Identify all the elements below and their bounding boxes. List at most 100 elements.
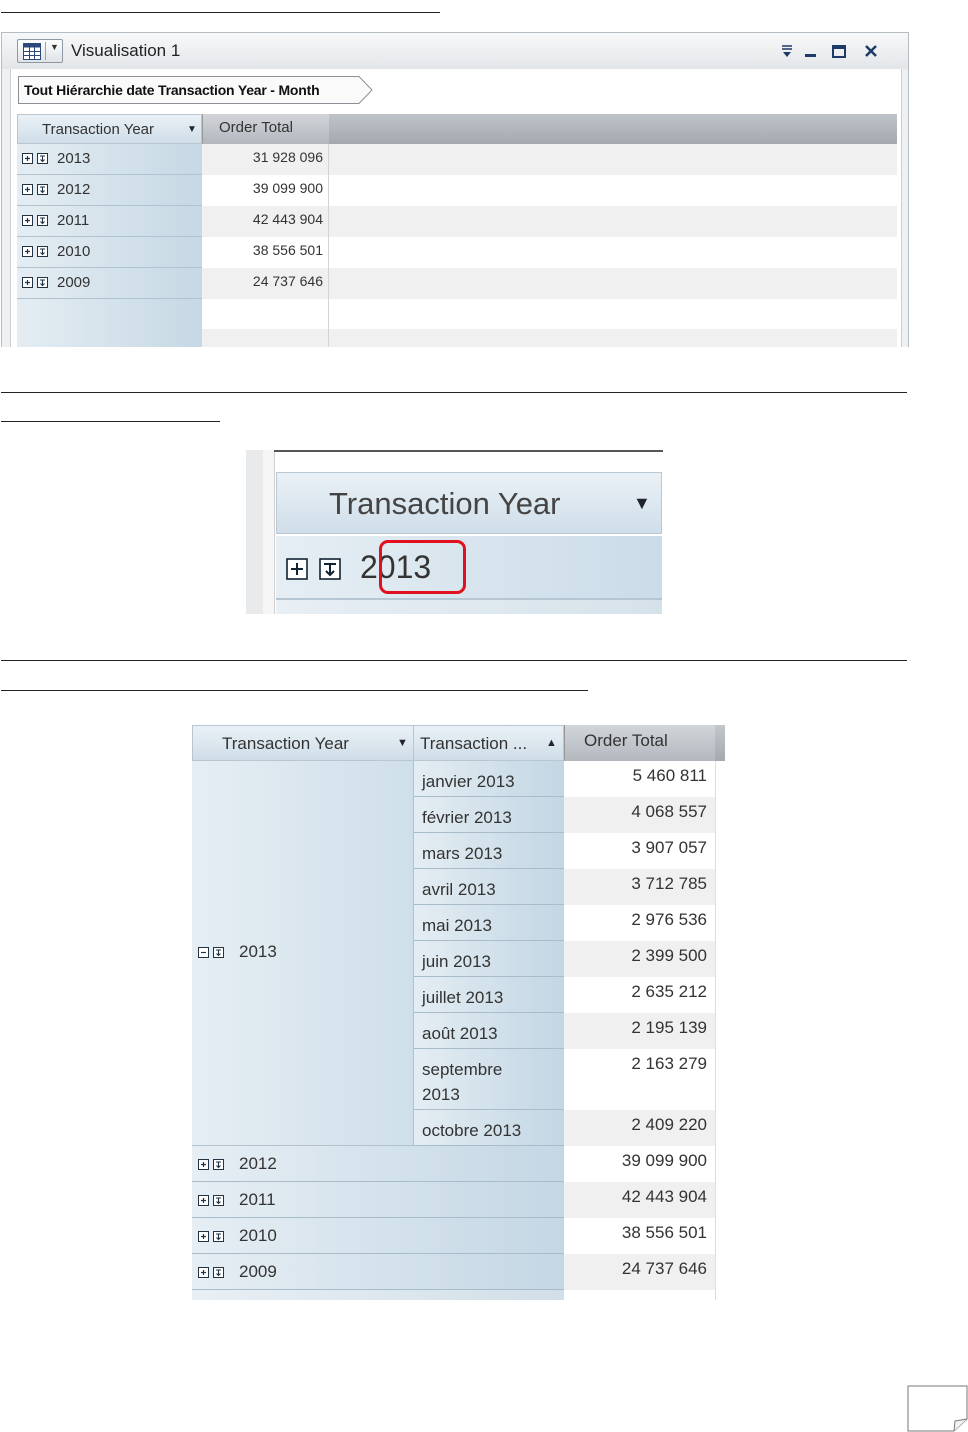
order-total-cell: 5 460 811	[632, 766, 707, 785]
month-label: septembre 2013	[422, 1060, 503, 1104]
column-header-transaction-year[interactable]: Transaction Year ▼	[17, 114, 202, 144]
month-label: octobre 2013	[422, 1121, 522, 1140]
expand-plus-icon[interactable]	[198, 1195, 228, 1206]
table-row: 2009 24 737 646	[17, 268, 897, 299]
row-header-month[interactable]: janvier 2013	[414, 761, 564, 797]
heading-underline	[1, 660, 907, 661]
order-total-cell: 2 399 500	[564, 941, 715, 977]
order-total-cell: 3 907 057	[631, 838, 707, 857]
order-total-cell: 38 556 501	[202, 237, 329, 268]
row-year-label: 2013	[239, 942, 277, 961]
expand-plus-icon[interactable]	[198, 1267, 228, 1278]
expand-plus-icon[interactable]	[22, 246, 52, 257]
empty-cell	[329, 206, 897, 237]
close-icon[interactable]	[860, 39, 882, 63]
empty-cell	[329, 175, 897, 206]
order-total-cell: 39 099 900	[621, 1151, 707, 1170]
row-header-year[interactable]: 2010	[192, 1218, 564, 1254]
maximize-icon[interactable]	[828, 39, 850, 63]
month-label: mai 2013	[422, 916, 492, 935]
sort-descending-icon[interactable]: ▼	[187, 124, 197, 135]
month-label: janvier 2013	[422, 772, 515, 791]
order-total-cell: 31 928 096	[202, 144, 329, 175]
column-header-transaction-year[interactable]: Transaction Year ▼	[192, 725, 414, 761]
row-header-empty	[17, 299, 202, 347]
order-total-cell: 24 737 646	[202, 268, 329, 299]
row-header-month[interactable]: octobre 2013	[414, 1110, 564, 1146]
row-header-month[interactable]: juin 2013	[414, 941, 564, 977]
table-row-empty	[17, 299, 897, 347]
row-year-label: 2010	[57, 243, 91, 260]
right-edge	[715, 761, 725, 1300]
column-header-order-total[interactable]: Order Total	[564, 725, 715, 761]
empty-cell	[202, 329, 329, 347]
order-total-cell: 2 409 220	[564, 1110, 715, 1146]
sort-descending-icon[interactable]: ▼	[397, 737, 408, 749]
row-header-month[interactable]: février 2013	[414, 797, 564, 833]
hierarchy-breadcrumb[interactable]: Tout Hiérarchie date Transaction Year - …	[18, 76, 373, 104]
next-row	[276, 600, 662, 614]
row-header-year[interactable]: 2011	[17, 206, 202, 237]
top-border	[274, 450, 663, 452]
order-total-cell: 2 976 536	[631, 910, 707, 929]
expand-plus-icon[interactable]	[198, 1159, 228, 1170]
highlight-box	[379, 540, 466, 594]
left-edge	[246, 450, 263, 614]
row-header-year-expanded[interactable]: 2013	[192, 761, 414, 1146]
breadcrumb-label: Tout Hiérarchie date Transaction Year - …	[24, 82, 320, 98]
row-header-year[interactable]: 2012	[192, 1146, 564, 1182]
sort-descending-icon[interactable]: ▼	[633, 493, 651, 514]
expand-plus-icon[interactable]	[22, 277, 52, 288]
empty-cell	[329, 237, 897, 268]
sort-ascending-icon[interactable]: ▲	[546, 737, 557, 749]
row-header-year[interactable]: 2013	[17, 144, 202, 175]
expand-plus-icon[interactable]	[22, 215, 52, 226]
row-header-year[interactable]: 2013	[276, 536, 662, 600]
button-separator	[45, 42, 46, 60]
collapse-minus-icon[interactable]	[198, 947, 228, 958]
row-header-month[interactable]: septembre 2013	[414, 1049, 564, 1110]
panel-title: Visualisation 1	[71, 41, 181, 60]
minimize-icon[interactable]	[800, 39, 822, 63]
column-header-label: Transaction ...	[420, 734, 528, 753]
row-year-label: 2009	[57, 274, 91, 291]
menu-icon[interactable]	[776, 39, 798, 63]
header-filler	[715, 725, 725, 761]
row-year-label: 2009	[239, 1262, 277, 1281]
dropdown-arrow-icon[interactable]: ▼	[50, 42, 59, 52]
zoomed-detail: Transaction Year ▼ 2013	[246, 450, 664, 614]
page-curl-icon	[907, 1385, 968, 1432]
column-header-label: Transaction Year	[42, 121, 155, 138]
table-view-icon	[23, 43, 41, 60]
column-header-order-total[interactable]: Order Total	[202, 114, 329, 144]
column-header-transaction-month[interactable]: Transaction ... ▲	[414, 725, 564, 761]
row-header-month[interactable]: juillet 2013	[414, 977, 564, 1013]
expand-plus-icon[interactable]	[198, 1231, 228, 1242]
view-type-button[interactable]: ▼	[17, 39, 63, 63]
expanded-crosstab: Transaction Year ▼ Transaction ... ▲ Ord…	[192, 725, 725, 1300]
order-total-cell: 2 195 139	[564, 1013, 715, 1049]
row-header-year[interactable]: 2009	[192, 1254, 564, 1290]
row-header-year[interactable]: 2011	[192, 1182, 564, 1218]
row-header-month[interactable]: avril 2013	[414, 869, 564, 905]
expand-plus-icon[interactable]	[22, 184, 52, 195]
empty-cell	[329, 329, 897, 347]
order-total-cell: 2 635 212	[631, 982, 707, 1001]
table-row: 2011 42 443 904	[17, 206, 897, 237]
row-year-label: 2012	[239, 1154, 277, 1173]
row-header-year[interactable]: 2009	[17, 268, 202, 299]
expand-plus-icon[interactable]	[286, 558, 342, 580]
row-header-month[interactable]: mai 2013	[414, 905, 564, 941]
column-header-label: Order Total	[584, 731, 668, 750]
row-header-month[interactable]: août 2013	[414, 1013, 564, 1049]
row-header-year[interactable]: 2010	[17, 237, 202, 268]
row-header-year[interactable]: 2012	[17, 175, 202, 206]
row-year-label: 2010	[239, 1226, 277, 1245]
order-total-cell: 24 737 646	[564, 1254, 715, 1290]
expand-plus-icon[interactable]	[22, 153, 52, 164]
left-edge	[263, 450, 275, 614]
column-header-label: Transaction Year	[329, 486, 561, 521]
column-header-transaction-year[interactable]: Transaction Year ▼	[276, 472, 662, 534]
table-row: 2013 31 928 096	[17, 144, 897, 175]
row-header-month[interactable]: mars 2013	[414, 833, 564, 869]
